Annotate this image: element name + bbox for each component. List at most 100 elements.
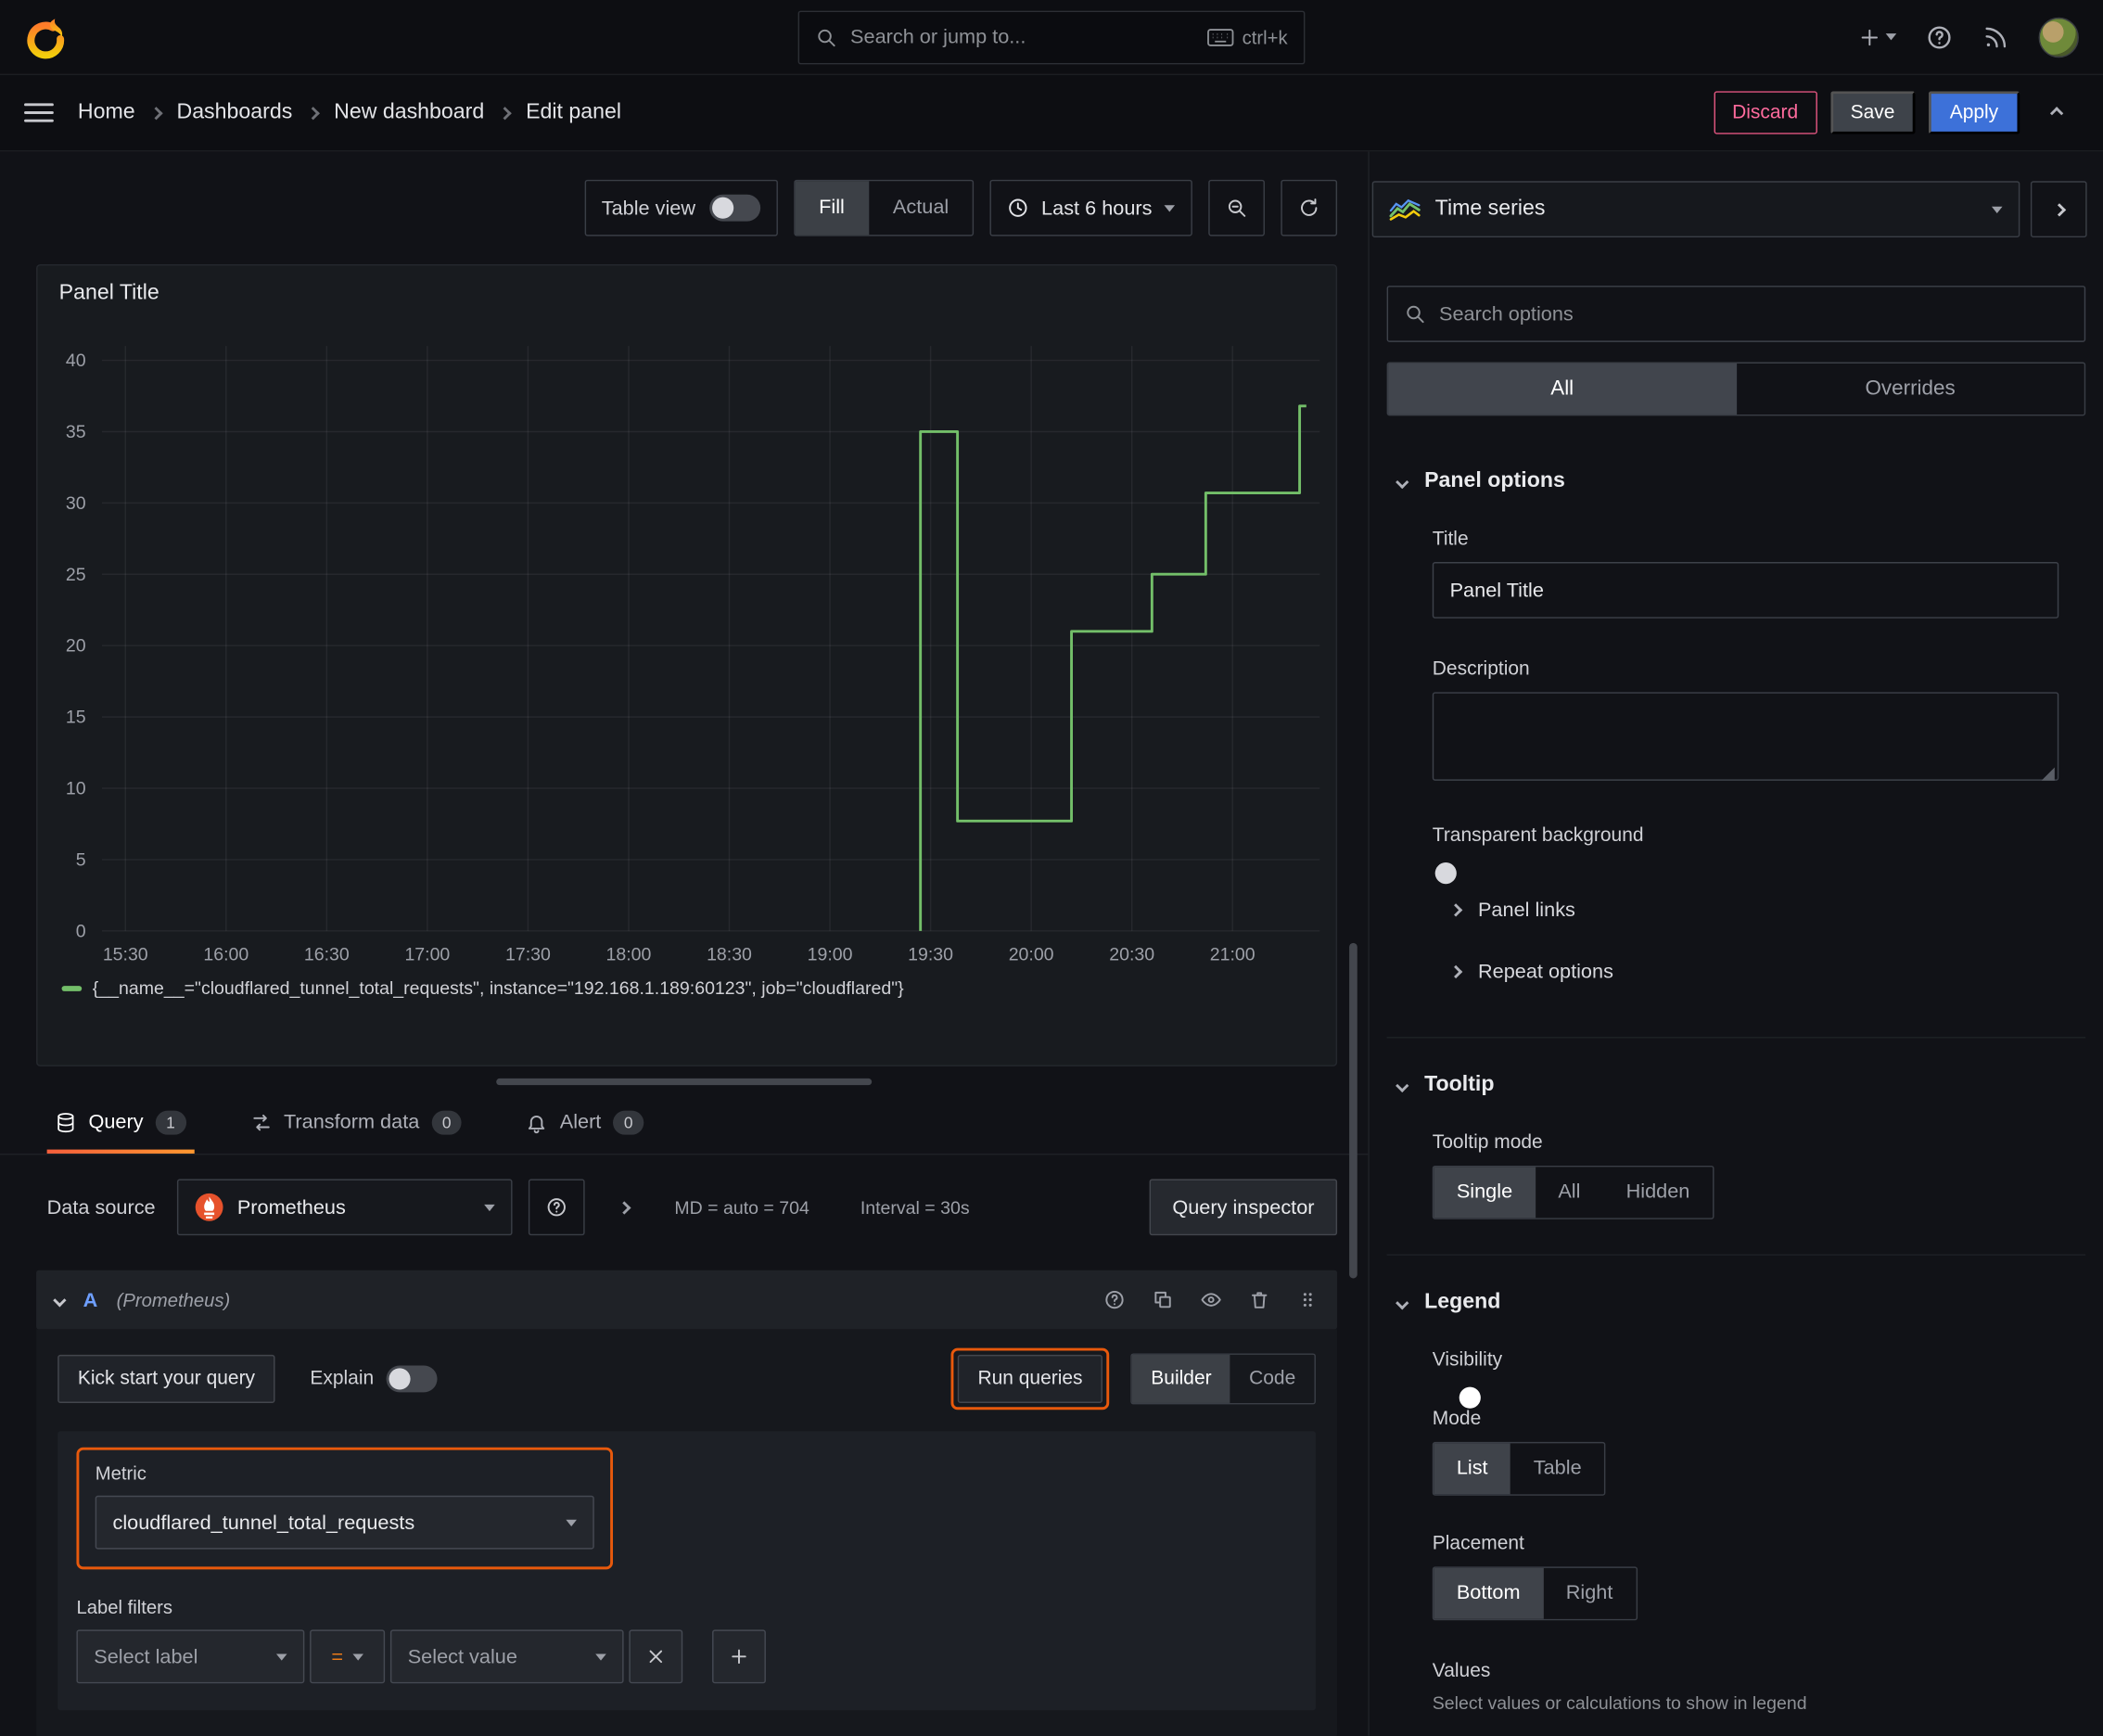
- panel-options-header[interactable]: Panel options: [1396, 469, 2072, 493]
- drag-handle-icon[interactable]: [1297, 1289, 1319, 1310]
- explain-toggle: Explain: [310, 1365, 438, 1393]
- chevron-down-icon: [595, 1653, 606, 1660]
- query-count-badge: 1: [155, 1109, 186, 1134]
- chevron-down-icon: [1396, 475, 1409, 489]
- left-pane-scrollbar[interactable]: [1349, 942, 1357, 1279]
- mode-list-option[interactable]: List: [1434, 1443, 1511, 1495]
- fill-option[interactable]: Fill: [795, 181, 869, 236]
- metric-select[interactable]: cloudflared_tunnel_total_requests: [95, 1495, 594, 1550]
- svg-text:18:30: 18:30: [707, 945, 752, 965]
- select-value-dropdown[interactable]: Select value: [389, 1629, 624, 1684]
- chevron-right-icon: [148, 106, 163, 120]
- description-textarea[interactable]: [1432, 692, 2059, 781]
- remove-filter-button[interactable]: [629, 1629, 683, 1684]
- operator-dropdown[interactable]: =: [310, 1629, 386, 1684]
- tab-transform-data[interactable]: Transform data 0: [242, 1091, 470, 1154]
- visibility-label: Visibility: [1432, 1349, 1503, 1372]
- tooltip-hidden-option[interactable]: Hidden: [1603, 1167, 1713, 1218]
- placement-bottom-option[interactable]: Bottom: [1434, 1567, 1544, 1619]
- datasource-help-button[interactable]: [528, 1179, 585, 1236]
- svg-text:35: 35: [66, 422, 86, 442]
- builder-code-radio: Builder Code: [1130, 1353, 1316, 1405]
- mode-table-option[interactable]: Table: [1510, 1443, 1604, 1494]
- tooltip-all-option[interactable]: All: [1536, 1167, 1603, 1218]
- table-view-label: Table view: [601, 196, 696, 220]
- tooltip-single-option[interactable]: Single: [1434, 1167, 1536, 1219]
- disable-query-icon[interactable]: [1201, 1289, 1222, 1310]
- breadcrumb-dashboards[interactable]: Dashboards: [176, 100, 292, 124]
- legend-series-swatch[interactable]: [61, 985, 83, 991]
- search-icon: [1407, 305, 1424, 324]
- grafana-logo-icon[interactable]: [24, 16, 67, 58]
- code-option[interactable]: Code: [1230, 1355, 1315, 1403]
- table-view-switch[interactable]: [708, 194, 760, 222]
- svg-text:30: 30: [66, 493, 86, 514]
- breadcrumb-home[interactable]: Home: [78, 100, 135, 124]
- visualization-row: Time series: [1370, 151, 2103, 238]
- tooltip-mode-label: Tooltip mode: [1432, 1131, 1543, 1154]
- search-options-box[interactable]: [1386, 286, 2086, 342]
- menu-toggle-icon[interactable]: [24, 98, 54, 128]
- panel-resize-handle[interactable]: [496, 1078, 873, 1086]
- refresh-button[interactable]: [1281, 179, 1338, 236]
- kick-start-button[interactable]: Kick start your query: [57, 1354, 275, 1403]
- delete-query-icon[interactable]: [1249, 1289, 1270, 1310]
- visualization-picker[interactable]: Time series: [1371, 181, 2020, 238]
- zoom-out-button[interactable]: [1208, 179, 1265, 236]
- timeseries-chart[interactable]: 0 5 10 15 20 25 30 35 40 15:30 16:00 16:30 17:00 17:3…: [38, 312, 1336, 972]
- time-range-label: Last 6 hours: [1041, 196, 1153, 220]
- legend-header[interactable]: Legend: [1396, 1290, 2072, 1314]
- placement-right-option[interactable]: Right: [1543, 1568, 1636, 1619]
- time-range-picker[interactable]: Last 6 hours: [990, 179, 1192, 236]
- svg-text:15: 15: [66, 708, 86, 728]
- legend-series-label[interactable]: {__name__="cloudflared_tunnel_total_requ…: [93, 977, 904, 998]
- global-search-input[interactable]: Search or jump to... ctrl+k: [797, 9, 1306, 64]
- tab-alert[interactable]: Alert 0: [518, 1091, 652, 1154]
- news-button[interactable]: [1982, 23, 2009, 50]
- actual-option[interactable]: Actual: [869, 181, 973, 235]
- panel-title-input[interactable]: [1432, 562, 2059, 619]
- chevron-down-icon: [1885, 33, 1897, 41]
- discard-button[interactable]: Discard: [1713, 91, 1817, 134]
- tooltip-header[interactable]: Tooltip: [1396, 1073, 2072, 1097]
- breadcrumb-new-dashboard[interactable]: New dashboard: [334, 100, 484, 124]
- user-avatar[interactable]: [2038, 17, 2079, 57]
- query-ref-id[interactable]: A: [83, 1288, 98, 1311]
- svg-text:40: 40: [66, 351, 86, 371]
- repeat-options-section[interactable]: Repeat options: [1448, 940, 2058, 1002]
- panel-preview: Panel Title 0 5 10 15 20 25 30 35 40 15:30 16:00 16…: [36, 263, 1338, 1066]
- query-inspector-button[interactable]: Query inspector: [1149, 1179, 1338, 1236]
- apply-button[interactable]: Apply: [1928, 91, 2020, 134]
- help-button[interactable]: [1926, 23, 1953, 50]
- tab-query[interactable]: Query 1: [46, 1091, 194, 1154]
- add-filter-button[interactable]: [712, 1629, 766, 1684]
- duplicate-query-icon[interactable]: [1152, 1289, 1173, 1310]
- metric-highlight: Metric cloudflared_tunnel_total_requests: [76, 1447, 614, 1570]
- explain-switch[interactable]: [386, 1365, 438, 1393]
- chevron-down-icon: [352, 1653, 363, 1660]
- save-button[interactable]: Save: [1829, 91, 1916, 134]
- new-menu-button[interactable]: [1859, 26, 1897, 47]
- fill-actual-radio: Fill Actual: [793, 179, 975, 236]
- placement-label: Placement: [1432, 1533, 1524, 1555]
- collapse-options-pane-button[interactable]: [2030, 181, 2087, 238]
- select-label-dropdown[interactable]: Select label: [76, 1629, 305, 1684]
- tab-all[interactable]: All: [1388, 363, 1737, 415]
- panel-links-section[interactable]: Panel links: [1448, 878, 2058, 940]
- query-options-expand-icon[interactable]: [617, 1200, 631, 1214]
- tab-overrides[interactable]: Overrides: [1736, 364, 2084, 415]
- svg-text:21:00: 21:00: [1210, 945, 1255, 965]
- datasource-picker[interactable]: Prometheus: [176, 1179, 513, 1236]
- collapse-query-icon[interactable]: [53, 1293, 67, 1307]
- search-shortcut: ctrl+k: [1207, 26, 1288, 47]
- collapse-header-button[interactable]: [2033, 91, 2079, 134]
- chevron-up-icon: [2049, 106, 2063, 120]
- run-queries-button[interactable]: Run queries: [957, 1354, 1103, 1403]
- chevron-right-icon: [306, 106, 320, 120]
- query-help-icon[interactable]: [1103, 1289, 1125, 1310]
- timeseries-viz-icon: [1389, 198, 1421, 221]
- builder-option[interactable]: Builder: [1132, 1354, 1230, 1403]
- chevron-right-icon: [1448, 902, 1463, 916]
- search-options-input[interactable]: [1439, 302, 2069, 326]
- table-view-toggle[interactable]: Table view: [583, 179, 778, 236]
